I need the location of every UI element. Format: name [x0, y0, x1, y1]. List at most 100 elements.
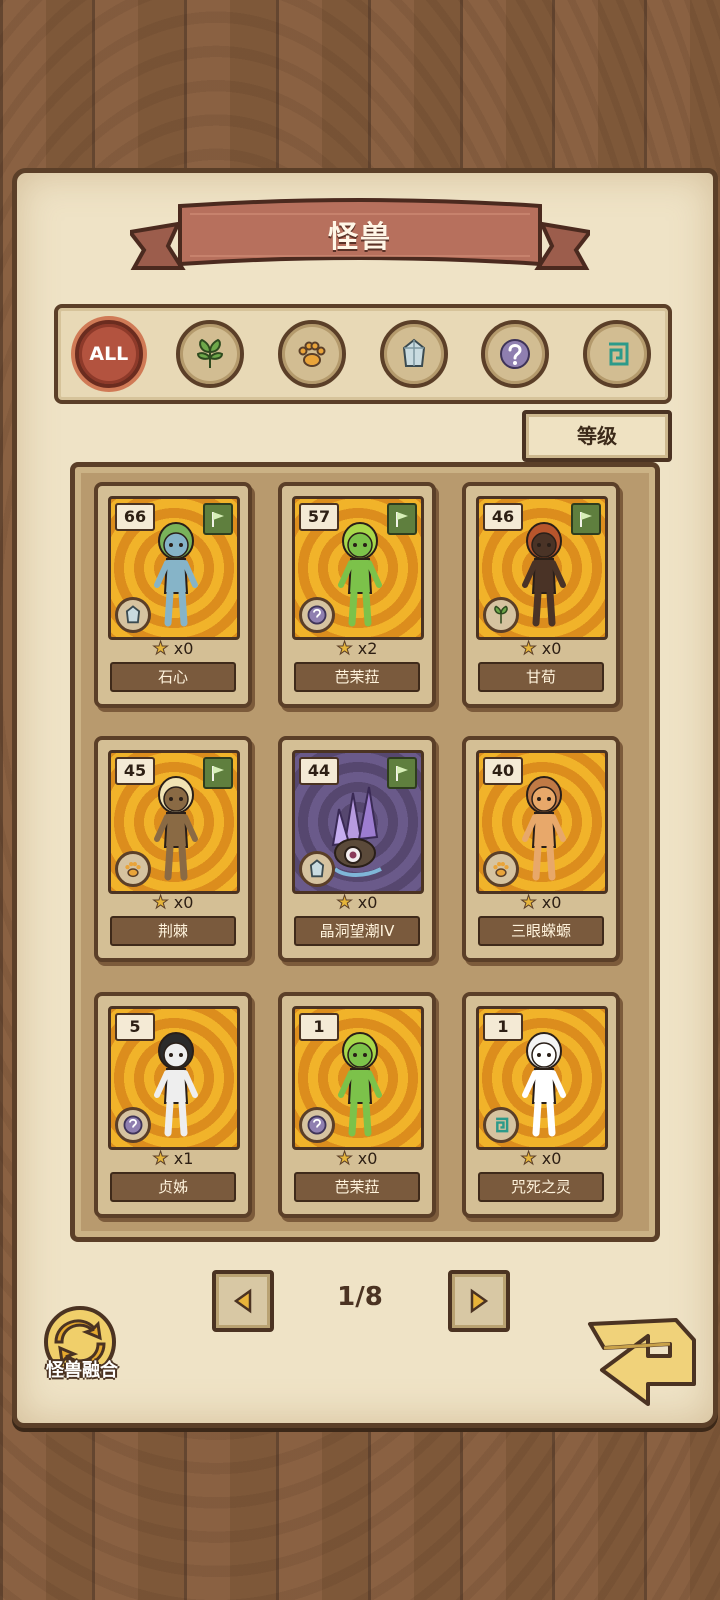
- star-count-value: x0: [541, 1149, 562, 1168]
- sort-by-level-button[interactable]: 等级: [522, 410, 672, 462]
- monster-figure: [338, 1032, 382, 1137]
- monster-portrait: 66: [108, 496, 240, 640]
- monster-portrait: 44: [292, 750, 424, 894]
- leaf-icon: [483, 597, 519, 633]
- question-icon: [299, 1107, 335, 1143]
- star-count: ★ x0: [98, 638, 248, 660]
- monster-figure: [154, 1032, 198, 1137]
- star-count-value: x1: [173, 1149, 194, 1168]
- star-count-value: x0: [173, 893, 194, 912]
- star-count: ★ x0: [282, 1148, 432, 1170]
- flag-icon: [571, 503, 601, 535]
- star-icon: ★: [520, 892, 537, 914]
- page-title: 怪兽: [328, 220, 392, 255]
- flag-icon: [203, 503, 233, 535]
- question-icon: [115, 1107, 151, 1143]
- crystal-icon: [402, 338, 425, 367]
- star-count-value: x0: [357, 1149, 378, 1168]
- monster-figure: [522, 1032, 566, 1137]
- monster-name: 三眼蝾螈: [478, 916, 604, 946]
- leaf-icon: [197, 338, 224, 368]
- monster-level: 46: [483, 503, 523, 531]
- monster-level: 40: [483, 757, 523, 785]
- monster-card[interactable]: 40 ★ x0 三眼蝾螈: [462, 736, 620, 962]
- monster-card[interactable]: 45 ★ x0 荆棘: [94, 736, 252, 962]
- monster-name: 芭茉菈: [294, 1172, 420, 1202]
- star-icon: ★: [520, 638, 537, 660]
- monster-card[interactable]: 1 ★ x0 咒死之灵: [462, 992, 620, 1218]
- crystal-icon: [299, 851, 335, 887]
- monster-level: 66: [115, 503, 155, 531]
- spiral-icon: [609, 342, 629, 366]
- monster-level: 1: [483, 1013, 523, 1041]
- monster-card[interactable]: 66 ★ x0 石心: [94, 482, 252, 708]
- return-arrow-icon: [588, 1318, 696, 1406]
- page-indicator: 1/8: [337, 1282, 383, 1312]
- flag-icon: [387, 757, 417, 789]
- monster-level: 1: [299, 1013, 339, 1041]
- question-icon: [299, 597, 335, 633]
- tab-spirit[interactable]: [583, 320, 652, 388]
- monster-card[interactable]: 5 ★ x1 贞姊: [94, 992, 252, 1218]
- monster-portrait: 40: [476, 750, 608, 894]
- tab-beast[interactable]: [278, 320, 347, 388]
- monster-portrait: 1: [292, 1006, 424, 1150]
- star-count: ★ x0: [466, 1148, 616, 1170]
- question-icon: [500, 339, 531, 369]
- monster-name: 贞姊: [110, 1172, 236, 1202]
- crystal-icon: [115, 597, 151, 633]
- monster-portrait: 5: [108, 1006, 240, 1150]
- tab-unknown[interactable]: [481, 320, 550, 388]
- monster-figure: [522, 776, 566, 881]
- star-icon: ★: [152, 638, 169, 660]
- monster-figure: [338, 522, 382, 627]
- tab-mineral[interactable]: [379, 320, 448, 388]
- monster-fusion-label: 怪兽融合: [46, 1360, 118, 1381]
- title-banner: 怪兽: [126, 198, 594, 284]
- monster-name: 甘荀: [478, 662, 604, 692]
- monster-name: 咒死之灵: [478, 1172, 604, 1202]
- star-icon: ★: [152, 892, 169, 914]
- star-count-value: x0: [173, 639, 194, 658]
- monster-card[interactable]: 44 ★ x0 晶洞望潮IV: [278, 736, 436, 962]
- star-count: ★ x2: [282, 638, 432, 660]
- monster-figure: [154, 522, 198, 627]
- flag-icon: [387, 503, 417, 535]
- arrow-left-icon: [233, 1288, 252, 1314]
- star-count: ★ x0: [98, 892, 248, 914]
- monster-portrait: 57: [292, 496, 424, 640]
- monster-name: 晶洞望潮IV: [294, 916, 420, 946]
- monster-level: 5: [115, 1013, 155, 1041]
- prev-page-button[interactable]: [212, 1270, 274, 1332]
- monster-figure: [331, 786, 382, 877]
- tab-plant[interactable]: [176, 320, 245, 388]
- monster-portrait: 46: [476, 496, 608, 640]
- next-page-button[interactable]: [448, 1270, 510, 1332]
- arrow-right-icon: [470, 1288, 489, 1314]
- star-count-value: x0: [541, 639, 562, 658]
- paw-icon: [115, 851, 151, 887]
- monster-level: 44: [299, 757, 339, 785]
- tab-all[interactable]: ALL: [74, 320, 143, 388]
- star-icon: ★: [336, 638, 353, 660]
- star-count-value: x0: [357, 893, 378, 912]
- star-icon: ★: [520, 1148, 537, 1170]
- monster-level: 57: [299, 503, 339, 531]
- all-icon: ALL: [89, 343, 129, 365]
- monster-portrait: 45: [108, 750, 240, 894]
- monster-name: 石心: [110, 662, 236, 692]
- monster-name: 荆棘: [110, 916, 236, 946]
- paw-icon: [298, 341, 326, 367]
- star-count: ★ x0: [466, 892, 616, 914]
- star-icon: ★: [336, 892, 353, 914]
- monster-card[interactable]: 1 ★ x0 芭茉菈: [278, 992, 436, 1218]
- star-count: ★ x1: [98, 1148, 248, 1170]
- star-count-value: x0: [541, 893, 562, 912]
- monster-card[interactable]: 46 ★ x0 甘荀: [462, 482, 620, 708]
- paw-icon: [483, 851, 519, 887]
- monster-portrait: 1: [476, 1006, 608, 1150]
- monster-figure: [522, 522, 566, 627]
- back-button[interactable]: [584, 1314, 702, 1410]
- spiral-icon: [483, 1107, 519, 1143]
- monster-card[interactable]: 57 ★ x2 芭茉菈: [278, 482, 436, 708]
